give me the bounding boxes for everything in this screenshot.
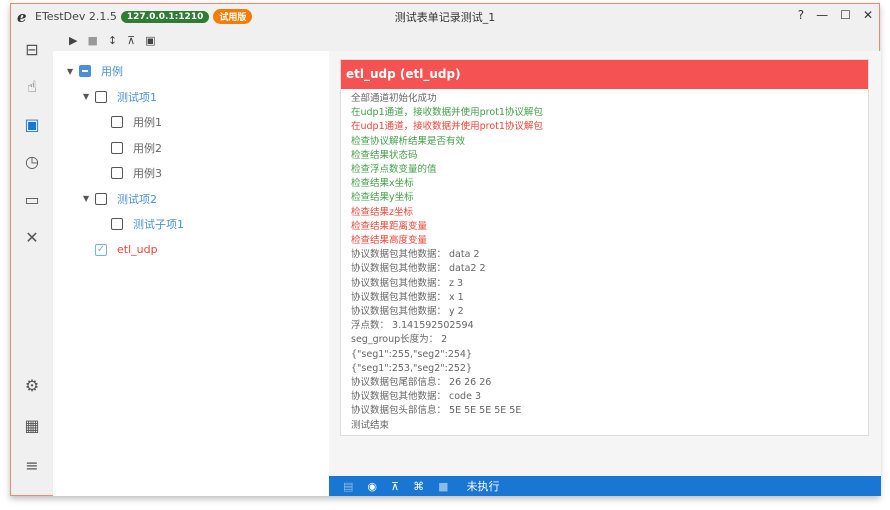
- tree-checkbox[interactable]: [95, 90, 107, 103]
- chevron-down-icon[interactable]: ▼: [67, 67, 79, 76]
- tree-node[interactable]: 用例1: [99, 114, 162, 130]
- app-window: e ETestDev 2.1.5 127.0.0.1:1210 试用版 测试表单…: [10, 3, 881, 496]
- server-address-badge: 127.0.0.1:1210: [120, 10, 210, 23]
- test-tree: ▼ 用例 ▼ 测试项1 用例1 用例2 用例3 ▼ 测试项2 测试子项1 ✓ etl_udp: [53, 51, 329, 496]
- tree-checkbox[interactable]: [111, 141, 123, 154]
- save-icon[interactable]: ▣: [145, 34, 155, 47]
- tree-node[interactable]: ▼ 测试项1: [83, 89, 157, 105]
- document-icon[interactable]: ▤: [343, 480, 353, 493]
- result-title: etl_udp (etl_udp): [341, 60, 868, 89]
- app-logo: e: [17, 7, 27, 26]
- settings-icon[interactable]: ⚙: [21, 375, 43, 397]
- log-line: 检查结果z坐标: [351, 206, 413, 218]
- toolbar: ▶ ■ ↕ ⊼ ▣: [53, 29, 881, 51]
- log-line: 在udp1通道，接收数据并使用prot1协议解包: [351, 107, 543, 119]
- log-line: 检查结果y坐标: [351, 192, 414, 204]
- chevron-down-icon[interactable]: ▼: [83, 92, 95, 101]
- tree-checkbox[interactable]: [111, 218, 123, 230]
- menu-icon[interactable]: ≡: [21, 455, 43, 477]
- tree-checkbox[interactable]: [111, 116, 123, 128]
- tree-checkbox[interactable]: ✓: [95, 243, 107, 256]
- tree-node-label: 用例: [101, 65, 123, 78]
- log-line: 协议数据包其他数据： y 2: [351, 306, 464, 318]
- tree-icon[interactable]: ⊟: [21, 39, 43, 61]
- log-line: {"seg1":255,"seg2":254}: [351, 348, 472, 360]
- tree-node-label: 测试项1: [117, 90, 157, 104]
- result-panel: etl_udp (etl_udp) 全部通道初始化成功在udp1通道，接收数据并…: [329, 51, 881, 476]
- log-line: 检查结果高度变量: [351, 235, 428, 247]
- tree-node[interactable]: ▼ 用例: [67, 63, 123, 79]
- tree-node-label: etl_udp: [117, 243, 158, 256]
- chevron-down-icon[interactable]: ▼: [83, 194, 95, 203]
- clear-filter-icon[interactable]: ⊼: [127, 34, 135, 47]
- log-line: 协议数据包其他数据： data2 2: [351, 263, 486, 275]
- tree-checkbox[interactable]: [111, 167, 123, 179]
- tree-node[interactable]: 测试子项1: [99, 216, 184, 232]
- log-line: 检查结果距离变量: [351, 220, 428, 232]
- title-bar: e ETestDev 2.1.5 127.0.0.1:1210 试用版 测试表单…: [11, 4, 879, 29]
- tree-node-label: 测试项2: [117, 192, 157, 206]
- eye-icon[interactable]: ◉: [367, 480, 377, 493]
- log-line: 协议数据包其他数据： z 3: [351, 277, 464, 289]
- log-line: 测试结束: [351, 419, 390, 431]
- sidebar: ⊟ ☝ ▣ ◷ ▭ ✕ ⚙ ▦ ≡: [11, 29, 53, 495]
- help-button[interactable]: ?: [798, 8, 804, 22]
- result-card: etl_udp (etl_udp) 全部通道初始化成功在udp1通道，接收数据并…: [340, 59, 869, 436]
- tree-checkbox[interactable]: [95, 192, 107, 205]
- log-line: 协议数据包其他数据： data 2: [351, 249, 480, 261]
- touch-icon[interactable]: ☝: [21, 76, 43, 98]
- status-text: 未执行: [466, 480, 500, 493]
- log-line: 在udp1通道，接收数据并使用prot1协议解包: [351, 121, 543, 133]
- log-line: {"seg1":253,"seg2":252}: [351, 362, 472, 374]
- close-button[interactable]: ✕: [863, 8, 873, 22]
- log-line: 检查结果状态码: [351, 149, 418, 161]
- tools-icon[interactable]: ✕: [21, 227, 43, 249]
- status-bar: ▤ ◉ ⊼ ⌘ ■ 未执行: [329, 476, 881, 496]
- log-line: 检查浮点数变量的值: [351, 164, 437, 176]
- log-line: 浮点数： 3.141592502594: [351, 320, 474, 332]
- monitor-icon[interactable]: ▭: [21, 189, 43, 211]
- log-line: 协议数据包其他数据： x 1: [351, 291, 464, 303]
- command-icon[interactable]: ⌘: [413, 480, 424, 493]
- dashboard-icon[interactable]: ▦: [21, 415, 43, 437]
- tree-node[interactable]: 用例2: [99, 140, 162, 156]
- log-line: 协议数据包头部信息： 5E 5E 5E 5E 5E: [351, 405, 522, 417]
- license-badge: 试用版: [213, 9, 253, 24]
- app-name: ETestDev 2.1.5: [35, 10, 117, 23]
- tree-node-label: 测试子项1: [133, 218, 184, 231]
- tree-node[interactable]: 用例3: [99, 165, 162, 181]
- video-library-icon[interactable]: ▣: [21, 114, 43, 136]
- tree-node-label: 用例1: [133, 116, 162, 129]
- log-line: seg_group长度为： 2: [351, 334, 448, 346]
- tree-node-label: 用例2: [133, 141, 162, 155]
- history-icon[interactable]: ◷: [21, 151, 43, 173]
- clear-filter-icon[interactable]: ⊼: [391, 480, 399, 493]
- log-list: 全部通道初始化成功在udp1通道，接收数据并使用prot1协议解包 在udp1通道…: [341, 89, 868, 433]
- stop-icon[interactable]: ■: [87, 34, 97, 47]
- tree-node-label: 用例3: [133, 167, 162, 180]
- play-icon[interactable]: ▶: [69, 34, 77, 47]
- log-line: 检查结果x坐标: [351, 178, 414, 190]
- stop-icon[interactable]: ■: [438, 480, 448, 493]
- tree-checkbox[interactable]: [79, 65, 91, 77]
- tree-node[interactable]: ▼ 测试项2: [83, 191, 157, 207]
- tree-node[interactable]: ✓ etl_udp: [83, 242, 158, 258]
- minimize-button[interactable]: —: [816, 8, 828, 22]
- log-line: 协议数据包尾部信息： 26 26 26: [351, 377, 492, 389]
- log-line: 检查协议解析结果是否有效: [351, 135, 466, 147]
- log-line: 协议数据包其他数据： code 3: [351, 391, 481, 403]
- expand-icon[interactable]: ↕: [108, 34, 117, 47]
- maximize-button[interactable]: ☐: [840, 8, 851, 22]
- log-line: 全部通道初始化成功: [351, 93, 437, 104]
